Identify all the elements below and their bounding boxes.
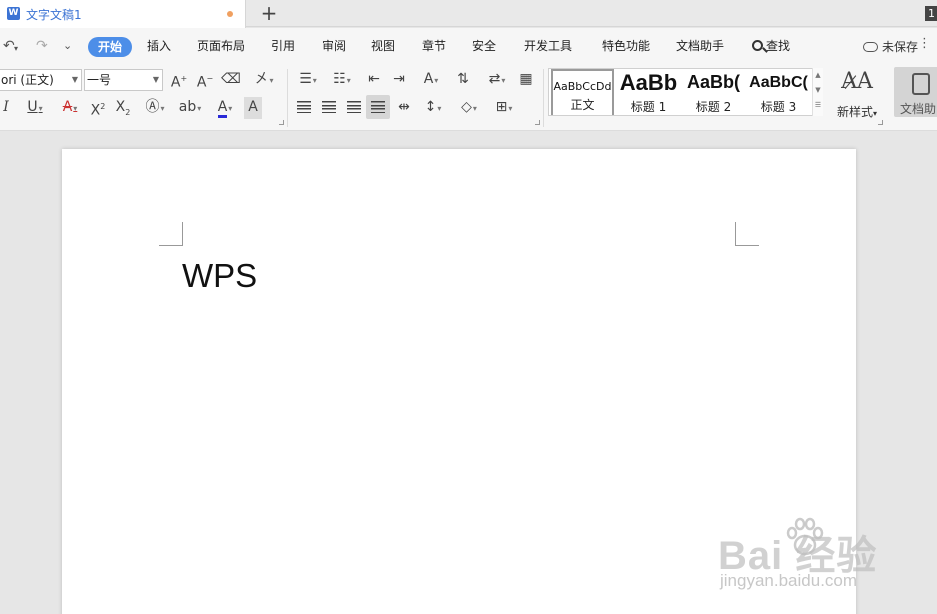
document-text[interactable]: WPS: [182, 257, 257, 295]
chevron-down-icon: ▼: [152, 75, 159, 84]
undo-icon[interactable]: ↶: [3, 37, 15, 55]
styles-dialog-launcher-icon[interactable]: [878, 120, 883, 125]
chevron-down-icon: ▼: [71, 75, 78, 84]
document-tab-label: 文字文稿1: [26, 8, 82, 22]
new-style-icon: A̷A: [841, 69, 873, 94]
style-sample: AaBb(: [687, 72, 740, 92]
document-tab[interactable]: W 文字文稿1: [0, 0, 246, 28]
paragraph-dialog-launcher-icon[interactable]: [535, 120, 540, 125]
menu-developer-tools[interactable]: 开发工具: [524, 38, 572, 55]
customize-toolbar-icon[interactable]: ⌄: [63, 37, 72, 55]
style-sample: AaBb: [619, 70, 678, 95]
pinyin-guide-icon[interactable]: 㐅▾: [249, 69, 279, 91]
cloud-icon: [863, 42, 878, 52]
increase-indent-icon[interactable]: ⇥: [389, 69, 409, 91]
text-effect-icon[interactable]: Ⓐ▾: [141, 97, 169, 119]
font-name-value: ori (正文): [1, 73, 54, 87]
shading-icon[interactable]: ◇▾: [454, 97, 484, 119]
align-right-icon[interactable]: [344, 97, 364, 119]
table-layout-icon[interactable]: ▦: [516, 69, 536, 91]
wps-writer-icon: W: [7, 7, 20, 20]
font-color-icon[interactable]: A▾: [211, 97, 239, 119]
char-shading-icon[interactable]: A: [244, 97, 262, 119]
ribbon-toolbar: ori (正文) ▼ 一号 ▼ A+ A− ⌫ 㐅▾ I U▾ A▾ X2 X2 Ⓐ…: [0, 65, 937, 131]
style-heading-2[interactable]: AaBb( 标题 2: [682, 69, 745, 115]
new-style-label: 新样式: [836, 105, 873, 119]
search-label: 查找: [766, 39, 791, 53]
strikethrough-icon[interactable]: A▾: [56, 97, 84, 119]
clear-format-icon[interactable]: ⌫: [221, 69, 241, 91]
italic-icon[interactable]: I: [0, 97, 12, 119]
menu-page-layout[interactable]: 页面布局: [197, 38, 245, 55]
baidu-jingyan-watermark: Bai 经验 jingyan.baidu.com: [718, 515, 898, 595]
style-name: 标题 1: [630, 100, 667, 114]
redo-icon[interactable]: ↷: [36, 37, 48, 55]
styles-gallery: AaBbCcDd 正文 AaBb 标题 1 AaBb( 标题 2 AaBbC( …: [548, 68, 823, 116]
menu-bar: ↶ ▾ ↷ ⌄ 开始 插入 页面布局 引用 审阅 视图 章节 安全 开发工具 特…: [0, 28, 937, 65]
justify-icon[interactable]: [366, 95, 390, 119]
style-heading-1[interactable]: AaBb 标题 1: [617, 69, 680, 115]
sort-icon[interactable]: ⇅: [453, 69, 473, 91]
style-sample: AaBbCcDd: [553, 80, 612, 93]
menu-view[interactable]: 视图: [371, 38, 395, 55]
style-name: 标题 3: [760, 100, 797, 114]
save-status-label: 未保存: [882, 40, 919, 54]
numbered-list-icon[interactable]: ☷▾: [328, 69, 356, 91]
menu-insert[interactable]: 插入: [147, 38, 171, 55]
new-tab-button[interactable]: +: [259, 1, 279, 25]
menu-special-features[interactable]: 特色功能: [602, 38, 650, 55]
show-marks-icon[interactable]: ⇄▾: [483, 69, 511, 91]
style-sample: AaBbC(: [749, 74, 808, 91]
font-name-combo[interactable]: ori (正文) ▼: [0, 69, 82, 91]
align-left-icon[interactable]: [294, 97, 314, 119]
ribbon-separator: [287, 69, 288, 127]
margin-corner-top-right: [735, 222, 759, 246]
menu-section[interactable]: 章节: [422, 38, 446, 55]
document-icon: [912, 73, 930, 95]
scroll-down-icon[interactable]: ▼: [813, 83, 823, 98]
save-status[interactable]: 未保存: [863, 38, 918, 55]
grow-font-icon[interactable]: A+: [169, 69, 189, 91]
style-name: 标题 2: [695, 100, 732, 114]
tab-bar: W 文字文稿1 + 1: [0, 0, 937, 28]
font-size-value: 一号: [87, 73, 112, 87]
margin-corner-top-left: [159, 222, 183, 246]
search-icon: [752, 40, 763, 51]
window-count-badge[interactable]: 1: [925, 6, 937, 21]
align-center-icon[interactable]: [319, 97, 339, 119]
more-options-icon[interactable]: ⋮: [918, 36, 931, 51]
menu-references[interactable]: 引用: [271, 38, 295, 55]
style-normal[interactable]: AaBbCcDd 正文: [551, 69, 614, 115]
watermark-url: jingyan.baidu.com: [720, 571, 858, 590]
line-spacing-icon[interactable]: ↕▾: [419, 97, 447, 119]
shrink-font-icon[interactable]: A−: [195, 69, 215, 91]
underline-icon[interactable]: U▾: [21, 97, 49, 119]
decrease-indent-icon[interactable]: ⇤: [364, 69, 384, 91]
borders-icon[interactable]: ⊞▾: [489, 97, 519, 119]
menu-security[interactable]: 安全: [472, 38, 496, 55]
menu-doc-assistant[interactable]: 文档助手: [676, 38, 724, 55]
undo-dropdown-icon[interactable]: ▾: [14, 40, 18, 58]
doc-helper-label: 文档助: [900, 102, 937, 116]
highlight-icon[interactable]: ab▾: [176, 97, 204, 119]
menu-home[interactable]: 开始: [88, 37, 133, 57]
distributed-align-icon[interactable]: ⇹: [394, 97, 414, 119]
bullet-list-icon[interactable]: ☰▾: [294, 69, 322, 91]
text-direction-icon[interactable]: A▾: [416, 69, 446, 91]
font-size-combo[interactable]: 一号 ▼: [84, 69, 163, 91]
font-dialog-launcher-icon[interactable]: [279, 120, 284, 125]
style-heading-3[interactable]: AaBbC( 标题 3: [747, 69, 810, 115]
expand-gallery-icon[interactable]: ☰: [813, 98, 823, 113]
ribbon-separator: [543, 69, 544, 127]
new-style-button[interactable]: A̷A 新样式▾: [832, 69, 882, 120]
style-name: 正文: [570, 98, 595, 112]
scroll-up-icon[interactable]: ▲: [813, 68, 823, 83]
unsaved-dot-icon: [227, 11, 233, 17]
styles-gallery-scroll[interactable]: ▲ ▼ ☰: [812, 68, 823, 116]
menu-search[interactable]: 查找: [752, 38, 790, 55]
subscript-icon[interactable]: X2: [113, 97, 133, 119]
doc-helper-button[interactable]: 文档助: [894, 67, 937, 117]
menu-review[interactable]: 审阅: [322, 38, 346, 55]
superscript-icon[interactable]: X2: [88, 97, 108, 119]
